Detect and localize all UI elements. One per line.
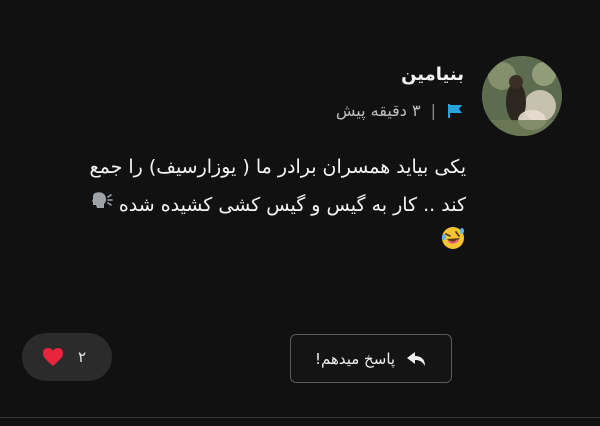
avatar[interactable] xyxy=(482,56,562,136)
reply-button[interactable]: پاسخ میدهم! xyxy=(290,334,452,383)
message-line-1: یکی بیاید همسران برادر ما ( یوزارسیف) را… xyxy=(89,156,466,178)
flag-icon xyxy=(446,103,464,119)
comment-message: یکی بیاید همسران برادر ما ( یوزارسیف) را… xyxy=(26,148,466,261)
reply-arrow-icon xyxy=(405,350,427,368)
heart-icon xyxy=(42,347,64,367)
comment-time: ۳ دقیقه پیش xyxy=(335,101,421,120)
rolling-laughing-emoji xyxy=(440,225,466,264)
reply-label: پاسخ میدهم! xyxy=(314,349,396,368)
like-count: ۲ xyxy=(77,348,86,366)
meta-separator: | xyxy=(430,101,436,120)
author-name[interactable]: بنیامین xyxy=(401,64,464,85)
emoji-line xyxy=(26,225,466,261)
message-line-2-text: کند .. کار به گیس و گیس کشی کشیده شده xyxy=(118,194,466,216)
comment-meta: | ۳ دقیقه پیش xyxy=(336,101,464,120)
like-button[interactable]: ۲ xyxy=(22,333,112,381)
message-line-2: کند .. کار به گیس و گیس کشی کشیده شده xyxy=(26,186,466,225)
speaking-head-icon xyxy=(89,187,113,225)
divider xyxy=(0,417,600,418)
